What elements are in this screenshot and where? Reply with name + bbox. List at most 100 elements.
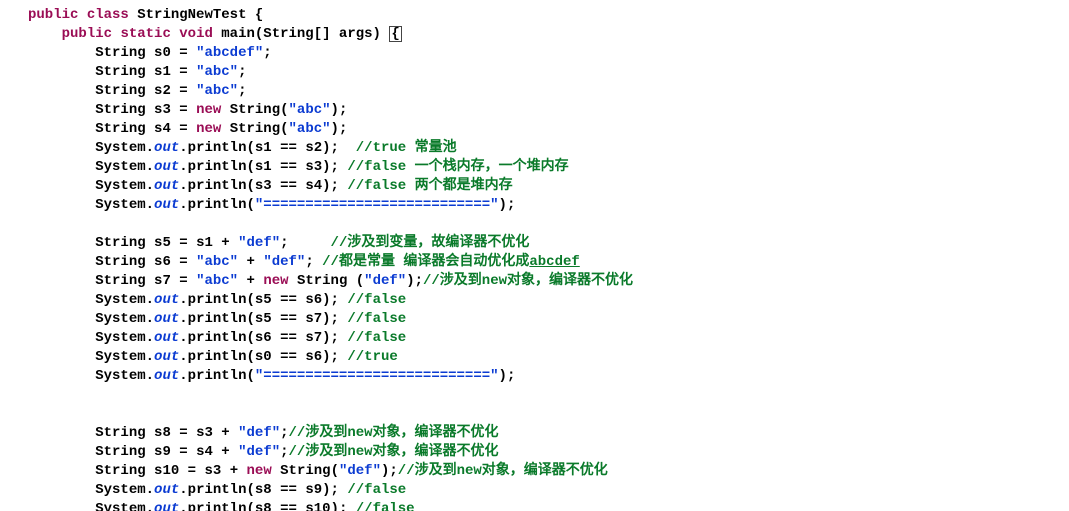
paren-close: ) <box>322 311 330 327</box>
semi: ; <box>507 368 515 384</box>
op-eq: = <box>179 121 187 137</box>
dot: . <box>179 501 187 511</box>
string-literal: "def" <box>263 254 305 270</box>
code-line: System.out.println(s3 == s4); //false 两个… <box>28 178 513 194</box>
type-string: String <box>230 102 280 118</box>
keyword-new: new <box>196 121 221 137</box>
var-s2: s2 <box>154 83 171 99</box>
semi: ; <box>305 254 313 270</box>
var-s1: s1 <box>196 235 213 251</box>
field-out: out <box>154 140 179 156</box>
paren-close: ) <box>322 330 330 346</box>
method-println: println <box>188 349 247 365</box>
var-s9: s9 <box>154 444 171 460</box>
code-line: String s6 = "abc" + "def"; //都是常量 编译器会自动… <box>28 254 580 270</box>
type-string: String <box>95 235 145 251</box>
field-out: out <box>154 501 179 511</box>
keyword-static: static <box>120 26 170 42</box>
paren-close: ) <box>322 159 330 175</box>
string-literal: "abc" <box>196 254 238 270</box>
code-line: String s3 = new String("abc"); <box>28 102 347 118</box>
type-string-array: String[] <box>263 26 330 42</box>
paren-open: ( <box>246 178 254 194</box>
type-string: String <box>95 425 145 441</box>
paren-close: ) <box>331 102 339 118</box>
op-eq: = <box>179 64 187 80</box>
var-s8: s8 <box>255 501 272 511</box>
comment: //false <box>356 501 415 511</box>
dot: . <box>179 140 187 156</box>
code-line <box>28 406 36 422</box>
class-system: System <box>95 311 145 327</box>
op-plus: + <box>221 425 229 441</box>
string-literal: "abc" <box>196 273 238 289</box>
method-println: println <box>188 178 247 194</box>
class-system: System <box>95 501 145 511</box>
method-println: println <box>188 159 247 175</box>
dot: . <box>179 330 187 346</box>
op-eq: = <box>179 45 187 61</box>
method-println: println <box>188 311 247 327</box>
comment: //涉及到new对象，编译器不优化 <box>423 273 633 289</box>
semi: ; <box>331 349 339 365</box>
op-plus: + <box>221 444 229 460</box>
dot: . <box>179 482 187 498</box>
code-line: System.out.println(s5 == s7); //false <box>28 311 406 327</box>
var-s6: s6 <box>154 254 171 270</box>
op-eq: = <box>179 83 187 99</box>
class-system: System <box>95 178 145 194</box>
type-string: String <box>297 273 347 289</box>
paren-close: ) <box>406 273 414 289</box>
comment: //false <box>347 330 406 346</box>
op-plus: + <box>230 463 238 479</box>
class-system: System <box>95 140 145 156</box>
code-line: System.out.println("====================… <box>28 368 515 384</box>
string-literal: "def" <box>238 444 280 460</box>
var-s2: s2 <box>305 140 322 156</box>
string-literal: "def" <box>238 235 280 251</box>
code-editor[interactable]: public class StringNewTest { public stat… <box>0 0 1069 511</box>
paren-open: ( <box>356 273 364 289</box>
type-string: String <box>95 64 145 80</box>
type-string: String <box>95 463 145 479</box>
semi: ; <box>339 102 347 118</box>
paren-open: ( <box>246 368 254 384</box>
keyword-class: class <box>87 7 129 23</box>
comment: //false <box>347 482 406 498</box>
op-deq: == <box>280 292 297 308</box>
comment: //false 一个栈内存，一个堆内存 <box>347 159 568 175</box>
code-line: String s0 = "abcdef"; <box>28 45 272 61</box>
op-deq: == <box>280 482 297 498</box>
keyword-new: new <box>247 463 272 479</box>
comment: //涉及到new对象，编译器不优化 <box>398 463 608 479</box>
op-plus: + <box>247 254 255 270</box>
dot: . <box>146 311 154 327</box>
paren-open: ( <box>246 159 254 175</box>
semi: ; <box>238 83 246 99</box>
string-literal: "def" <box>238 425 280 441</box>
var-s5: s5 <box>255 311 272 327</box>
string-literal: "===========================" <box>255 197 499 213</box>
var-s6: s6 <box>255 330 272 346</box>
var-s9: s9 <box>305 482 322 498</box>
comment: //true <box>347 349 397 365</box>
code-line: String s7 = "abc" + new String ("def");/… <box>28 273 633 289</box>
dot: . <box>179 311 187 327</box>
op-deq: == <box>280 501 297 511</box>
code-line: String s5 = s1 + "def"; //涉及到变量，故编译器不优化 <box>28 235 529 251</box>
var-s0: s0 <box>154 45 171 61</box>
semi: ; <box>280 425 288 441</box>
dot: . <box>179 368 187 384</box>
field-out: out <box>154 178 179 194</box>
semi: ; <box>331 482 339 498</box>
paren-close: ) <box>373 26 381 42</box>
semi: ; <box>263 45 271 61</box>
type-string: String <box>95 121 145 137</box>
op-deq: == <box>280 311 297 327</box>
code-line: System.out.println(s8 == s9); //false <box>28 482 406 498</box>
string-literal: "abc" <box>289 121 331 137</box>
type-string: String <box>95 83 145 99</box>
var-s7: s7 <box>305 330 322 346</box>
type-string: String <box>280 463 330 479</box>
keyword-new: new <box>263 273 288 289</box>
